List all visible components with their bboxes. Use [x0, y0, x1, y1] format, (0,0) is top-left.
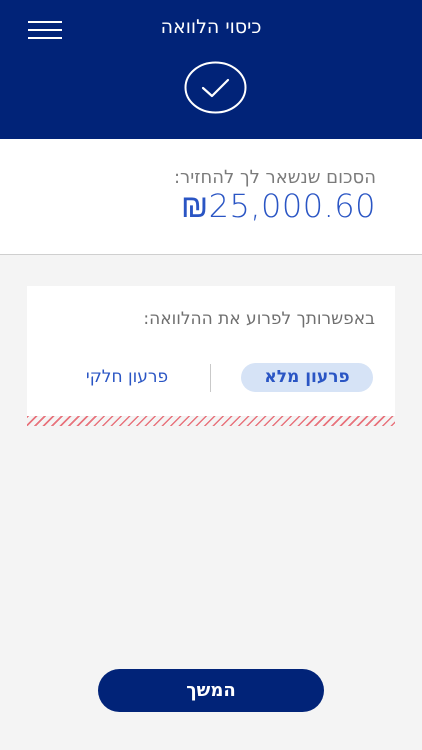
app-header: כיסוי הלוואה	[0, 0, 422, 139]
balance-label: הסכום שנשאר לך להחזיר:	[173, 167, 376, 188]
repayment-options-card: באפשרותך לפרוע את ההלוואה: פרעון מלא פרע…	[27, 286, 395, 416]
balance-card: הסכום שנשאר לך להחזיר: ₪25,000.60	[0, 139, 422, 255]
full-repayment-option[interactable]: פרעון מלא	[241, 363, 373, 392]
continue-button[interactable]: המשך	[98, 669, 324, 712]
page-title: כיסוי הלוואה	[160, 16, 262, 38]
repayment-options-label: באפשרותך לפרוע את ההלוואה:	[143, 309, 375, 329]
partial-repayment-option[interactable]: פרעון חלקי	[67, 363, 187, 392]
check-circle-icon	[184, 61, 247, 114]
options-divider	[210, 364, 211, 392]
balance-amount: ₪25,000.60	[180, 187, 376, 225]
hatched-border	[27, 416, 395, 426]
